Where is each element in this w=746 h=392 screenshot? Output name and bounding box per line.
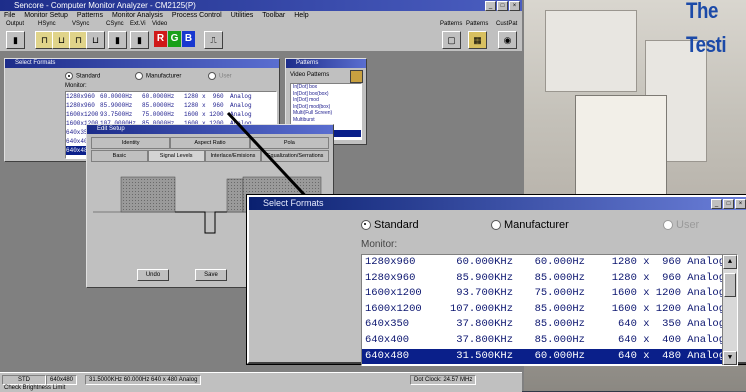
radio-icon bbox=[491, 220, 501, 231]
table-cell: 93.700KHz bbox=[456, 287, 513, 300]
radio-icon bbox=[361, 220, 371, 231]
zoom-title: Select Formats bbox=[263, 198, 324, 208]
table-cell: 85.000Hz bbox=[534, 318, 585, 331]
table-cell: 107.000KHz bbox=[449, 302, 513, 315]
table-cell: 640 x 400 bbox=[611, 333, 681, 346]
table-cell: 1280x960 bbox=[365, 256, 416, 268]
table-cell: 85.000Hz bbox=[534, 271, 585, 284]
radio-label: Manufacturer bbox=[504, 219, 569, 231]
table-cell: 85.000Hz bbox=[534, 333, 585, 346]
table-cell: 1600 x 1200 bbox=[611, 287, 681, 300]
table-cell: 1600 x 1200 bbox=[611, 302, 681, 315]
table-row[interactable]: 640x480 31.500KHz 60.000Hz 640 x 480 Analog bbox=[362, 348, 725, 365]
scroll-down-icon[interactable]: ▼ bbox=[723, 351, 737, 365]
table-cell: 85.000Hz bbox=[534, 302, 585, 315]
table-cell: 1280 x 960 bbox=[611, 271, 681, 284]
table-cell: 640 x 480 bbox=[611, 349, 681, 362]
table-cell: Analog bbox=[687, 302, 725, 315]
scroll-thumb[interactable] bbox=[724, 273, 736, 297]
formats-scrollbar[interactable]: ▲ ▼ bbox=[722, 255, 737, 365]
zoom-close-button[interactable]: × bbox=[735, 199, 746, 209]
table-cell: Analog bbox=[687, 318, 725, 331]
table-row[interactable]: 1280x960 60.000KHz 60.000Hz 1280 x 960 Analo… bbox=[362, 255, 725, 271]
zoom-maximize-button[interactable]: □ bbox=[723, 199, 734, 209]
table-cell: 1600x1200 bbox=[365, 287, 422, 300]
table-cell: 85.900KHz bbox=[456, 271, 513, 284]
table-cell: 60.000Hz bbox=[534, 349, 585, 362]
table-cell: 1280x960 bbox=[365, 271, 416, 284]
table-cell: 37.800KHz bbox=[456, 318, 513, 331]
table-cell: 60.000Hz bbox=[534, 256, 585, 268]
table-cell: Analog bbox=[687, 256, 725, 268]
radio-manufacturer[interactable]: Manufacturer bbox=[491, 219, 569, 231]
table-row[interactable]: 1600x1200 93.700KHz 75.000Hz 1600 x 1200 Ana… bbox=[362, 286, 725, 302]
table-cell: 1280 x 960 bbox=[611, 256, 681, 268]
table-cell: 640x350 bbox=[365, 318, 410, 331]
table-cell: 640x480 bbox=[365, 349, 410, 362]
table-cell: 37.800KHz bbox=[456, 333, 513, 346]
table-cell: Analog bbox=[687, 349, 725, 362]
table-row[interactable]: 1280x960 85.900KHz 85.000Hz 1280 x 960 Analo… bbox=[362, 271, 725, 287]
zoom-titlebar: Select Formats _ □ × bbox=[249, 197, 746, 210]
scroll-up-icon[interactable]: ▲ bbox=[723, 255, 737, 269]
table-row[interactable]: 640x350 37.800KHz 85.000Hz 640 x 350 Analog bbox=[362, 317, 725, 333]
table-cell: Analog bbox=[687, 333, 725, 346]
radio-user[interactable]: User bbox=[663, 219, 699, 231]
monitor-label: Monitor: bbox=[361, 239, 398, 250]
table-row[interactable]: 1600x1200 107.000KHz 85.000Hz 1600 x 1200 An… bbox=[362, 302, 725, 318]
table-cell: 75.000Hz bbox=[534, 287, 585, 300]
table-cell: 60.000KHz bbox=[456, 256, 513, 268]
table-cell: 31.500KHz bbox=[456, 349, 513, 362]
radio-label: User bbox=[676, 219, 700, 231]
table-cell: Analog bbox=[687, 271, 725, 284]
radio-label: Standard bbox=[374, 219, 419, 231]
radio-icon bbox=[663, 220, 673, 231]
zoom-minimize-button[interactable]: _ bbox=[711, 199, 722, 209]
table-cell: 640x400 bbox=[365, 333, 410, 346]
table-cell: 640 x 350 bbox=[611, 318, 681, 331]
table-cell: Analog bbox=[687, 287, 725, 300]
formats-list[interactable]: 1280x960 60.000KHz 60.000Hz 1280 x 960 Analo… bbox=[361, 254, 738, 366]
table-row[interactable]: 640x400 37.800KHz 85.000Hz 640 x 400 Analog bbox=[362, 333, 725, 349]
table-cell: 1600x1200 bbox=[365, 302, 422, 315]
select-formats-window-zoom: Select Formats _ □ × Standard Manufactur… bbox=[247, 195, 746, 366]
radio-standard[interactable]: Standard bbox=[361, 219, 419, 231]
